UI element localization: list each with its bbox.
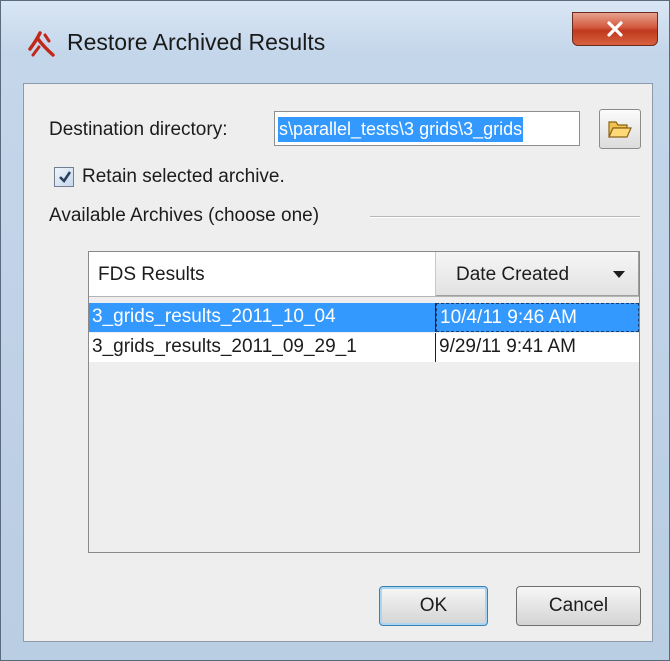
table-row[interactable]: 3_grids_results_2011_09_29_1 9/29/11 9:4… (89, 333, 639, 362)
table-row[interactable]: 3_grids_results_2011_10_04 10/4/11 9:46 … (89, 303, 639, 332)
column-header-label: FDS Results (98, 264, 205, 285)
date-created-cell: 9/29/11 9:41 AM (436, 333, 639, 362)
column-header-label: Date Created (456, 264, 570, 285)
results-name: 3_grids_results_2011_09_29_1 (92, 336, 357, 357)
results-name: 3_grids_results_2011_10_04 (92, 306, 336, 327)
date-created: 10/4/11 9:46 AM (440, 307, 577, 328)
destination-directory-label: Destination directory: (49, 119, 228, 140)
column-header-fds-results[interactable]: FDS Results (89, 252, 436, 296)
column-header-date-created[interactable]: Date Created (436, 252, 639, 296)
title-bar[interactable]: Restore Archived Results (1, 1, 669, 83)
checkmark-icon (59, 171, 72, 184)
cancel-button[interactable]: Cancel (516, 586, 641, 626)
restore-archived-results-dialog: Restore Archived Results Destination dir… (0, 0, 670, 661)
window-title: Restore Archived Results (67, 29, 326, 55)
table-header: FDS Results Date Created (89, 252, 639, 297)
destination-directory-value: s\parallel_tests\3 grids\3_grids (278, 117, 524, 142)
results-name-cell: 3_grids_results_2011_10_04 (89, 303, 436, 332)
browse-directory-button[interactable] (599, 109, 641, 149)
group-divider (370, 216, 640, 218)
results-name-cell: 3_grids_results_2011_09_29_1 (89, 333, 436, 362)
ok-button[interactable]: OK (379, 586, 488, 626)
date-created: 9/29/11 9:41 AM (439, 336, 576, 357)
retain-archive-label[interactable]: Retain selected archive. (82, 166, 285, 188)
app-logo-icon (28, 31, 55, 57)
destination-directory-input[interactable]: s\parallel_tests\3 grids\3_grids (274, 111, 580, 146)
dialog-content: Destination directory: s\parallel_tests\… (23, 83, 653, 642)
close-button[interactable] (572, 12, 658, 46)
date-created-cell: 10/4/11 9:46 AM (436, 303, 639, 332)
retain-archive-checkbox[interactable] (54, 167, 74, 187)
sort-descending-icon (613, 271, 625, 278)
archives-table: FDS Results Date Created 3_grids_results… (88, 251, 640, 553)
folder-open-icon (608, 121, 632, 138)
close-icon (607, 21, 623, 37)
available-archives-group-label: Available Archives (choose one) (49, 205, 320, 226)
